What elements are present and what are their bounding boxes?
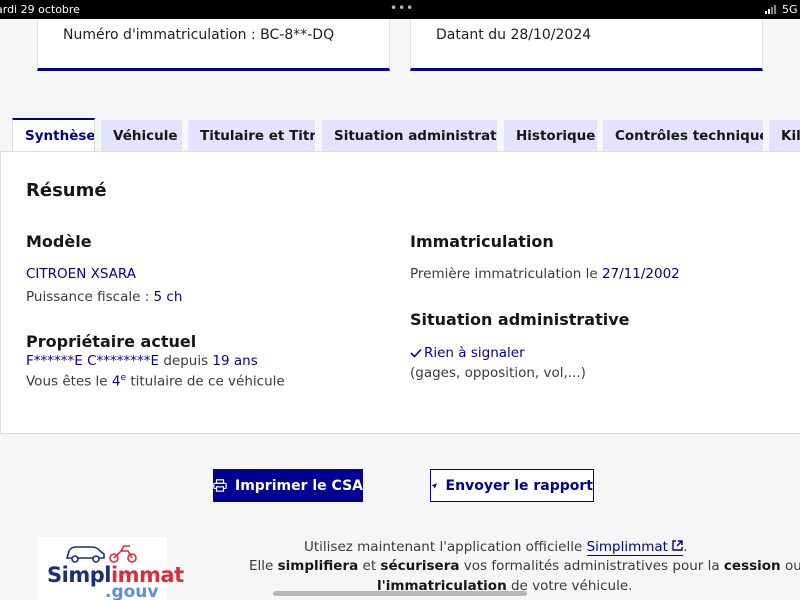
- date-card: Datant du 28/10/2024: [410, 19, 763, 71]
- send-report-button[interactable]: Envoyer le rapport: [430, 469, 594, 502]
- print-csa-button[interactable]: Imprimer le CSA: [213, 469, 363, 502]
- situation-detail: (gages, opposition, vol,...): [410, 365, 586, 381]
- promo-line-1: Utilisez maintenant l'application offici…: [304, 539, 688, 556]
- tab-situation-administrative[interactable]: Situation administrative: [322, 120, 497, 152]
- signal-icon: [765, 5, 777, 14]
- situation-status: Rien à signaler: [410, 345, 525, 361]
- home-indicator[interactable]: [273, 591, 527, 596]
- report-date: Datant du 28/10/2024: [436, 27, 592, 43]
- fiscal-power: Puissance fiscale : 5 ch: [26, 289, 183, 305]
- summary-title: Résumé: [26, 180, 107, 201]
- simplimmat-logo: Simplimmat .gouv: [37, 537, 184, 600]
- tab-titulaire-titre[interactable]: Titulaire et Titre: [188, 120, 315, 152]
- tab-synthese[interactable]: Synthèse: [12, 118, 95, 153]
- tab-bar: Synthèse Véhicule Titulaire et Titre Sit…: [0, 118, 800, 153]
- checkmark-icon: [410, 348, 422, 358]
- printer-icon: [213, 479, 227, 492]
- first-registration-date: 27/11/2002: [601, 266, 680, 282]
- simplimmat-link[interactable]: Simplimmat: [586, 539, 684, 556]
- car-motorbike-icon: [65, 545, 137, 563]
- status-time: ardi 29 octobre: [0, 3, 80, 16]
- model-heading: Modèle: [26, 232, 92, 251]
- logo-gouv: .gouv: [105, 582, 159, 600]
- owner-name: F******E C********E: [26, 353, 160, 369]
- registration-heading: Immatriculation: [410, 232, 554, 251]
- tab-controles-techniques[interactable]: Contrôles techniques: [603, 120, 763, 152]
- external-link-icon: [672, 540, 683, 551]
- plate-number: Numéro d'immatriculation : BC-8**-DQ: [63, 27, 335, 43]
- send-icon: [431, 482, 438, 489]
- promo-line-2: Elle simplifiera et sécurisera vos forma…: [249, 558, 800, 574]
- tab-historique[interactable]: Historique: [504, 120, 597, 152]
- situation-heading: Situation administrative: [410, 310, 630, 329]
- model-name: CITROEN XSARA: [26, 266, 136, 282]
- status-bar: ardi 29 octobre ••• 5G: [0, 0, 800, 19]
- network-label: 5G: [782, 3, 798, 16]
- first-registration: Première immatriculation le 27/11/2002: [410, 266, 680, 282]
- fiscal-power-value: 5 ch: [153, 289, 183, 305]
- owner-line: F******E C********E depuis 19 ans: [26, 353, 258, 369]
- owner-since: 19 ans: [212, 353, 258, 369]
- owner-rank: Vous êtes le 4e titulaire de ce véhicule: [26, 373, 285, 390]
- tab-kilometrage[interactable]: Kilo: [769, 120, 800, 152]
- multitasking-dots-icon[interactable]: •••: [390, 1, 414, 15]
- owner-heading: Propriétaire actuel: [26, 332, 197, 351]
- tab-vehicule[interactable]: Véhicule: [101, 120, 182, 152]
- plate-card: Numéro d'immatriculation : BC-8**-DQ: [37, 19, 390, 71]
- summary-panel: Résumé Modèle CITROEN XSARA Puissance fi…: [0, 151, 800, 434]
